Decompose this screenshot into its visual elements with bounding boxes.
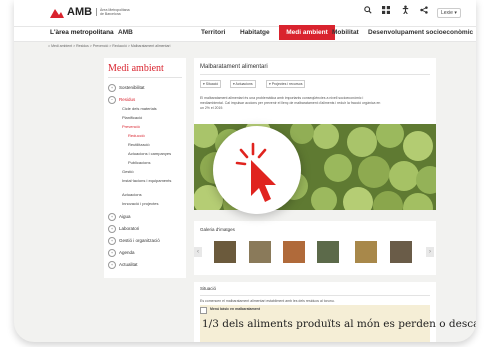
gallery-thumbnail[interactable] [390, 241, 412, 263]
plus-icon[interactable]: + [108, 261, 116, 269]
plus-icon[interactable]: + [108, 249, 116, 257]
page-title: Malbaratament alimentari [200, 64, 268, 70]
amb-logo-icon[interactable] [50, 9, 64, 18]
sidebar-subitem[interactable]: Gestió [122, 169, 134, 174]
checkbox[interactable] [200, 307, 207, 314]
nav-item-desenvolupament[interactable]: Desenvolupament socioeconòmic [368, 29, 473, 36]
tab-actuacions[interactable]: ▾ Actuacions [230, 80, 256, 88]
nav-item-medi-ambient[interactable]: Medi ambient [279, 25, 335, 40]
sidebar-subitem[interactable]: Actuacions i campanyes [128, 151, 171, 156]
main-nav: L'àrea metropolitana AMB Territori Habit… [14, 25, 476, 42]
gallery-thumbnail[interactable] [317, 241, 339, 263]
plus-icon[interactable]: + [108, 225, 116, 233]
logo-text[interactable]: AMB [67, 6, 92, 18]
breadcrumb: ⌂ Medi ambient > Residus > Prevenció > R… [48, 44, 171, 48]
sidebar-item-aigua[interactable]: + Aigua [108, 213, 131, 221]
sidebar-subitem[interactable]: Publicacions [128, 160, 150, 165]
plus-icon[interactable]: + [108, 84, 116, 92]
gallery-thumbnail[interactable] [283, 241, 305, 263]
nav-item-territori[interactable]: Territori [201, 29, 225, 36]
sidebar-subitem-reduccio[interactable]: Reducció [128, 133, 145, 138]
menu-grid-icon[interactable] [382, 6, 390, 16]
nav-amb[interactable]: AMB [118, 29, 133, 36]
sidebar-item-actualitat[interactable]: + Actualitat [108, 261, 138, 269]
sidebar-title: Medi ambient [108, 63, 164, 74]
gallery-thumbnail[interactable] [249, 241, 271, 263]
accessibility-icon[interactable] [401, 5, 410, 16]
sidebar-item-gestio[interactable]: + Gestió i organització [108, 237, 160, 245]
infographic: Menú bàsic en malbaratament 1/3 dels ali… [200, 305, 476, 342]
plus-icon[interactable]: + [108, 213, 116, 221]
gallery-prev-button[interactable]: ‹ [194, 247, 202, 257]
sidebar-subitem[interactable]: Cicle dels materials [122, 106, 157, 111]
search-icon[interactable] [364, 6, 372, 16]
sidebar-subitem[interactable]: Instal·lacions i equipaments [122, 178, 182, 183]
divider [108, 77, 182, 78]
sidebar-item-laboratori[interactable]: + Laboratori [108, 225, 139, 233]
gallery-title: Galeria d'imatges [200, 227, 235, 232]
sidebar-subitem[interactable]: Planificació [122, 115, 142, 120]
click-cursor-badge [213, 126, 301, 214]
sidebar-item-residus[interactable]: − Residus [108, 96, 135, 104]
tab-projectes[interactable]: ▾ Projectes i recursos [266, 80, 306, 88]
infographic-quote: 1/3 dels aliments produïts al món es per… [202, 318, 476, 330]
sidebar-item-sostenibilitat[interactable]: + Sostenibilitat [108, 84, 145, 92]
gallery-next-button[interactable]: › [426, 247, 434, 257]
divider [200, 74, 430, 75]
sidebar-subitem[interactable]: Reutilització [128, 142, 150, 147]
gallery-thumbnail[interactable] [355, 241, 377, 263]
nav-item-habitatge[interactable]: Habitatge [240, 29, 270, 36]
nav-brand[interactable]: L'àrea metropolitana [50, 29, 114, 36]
sidebar-item-agenda[interactable]: + Agenda [108, 249, 135, 257]
logo-subtitle: Àrea Metropolitana de Barcelona [96, 8, 130, 16]
nav-item-mobilitat[interactable]: Mobilitat [332, 29, 359, 36]
minus-icon[interactable]: − [108, 96, 116, 104]
sidebar-subitem[interactable]: Innovació i projectes [122, 201, 158, 206]
section-title: Situació [200, 286, 217, 291]
share-icon[interactable] [420, 6, 428, 16]
situacio-section: Situació Es comencen el malbaratament al… [194, 282, 476, 342]
divider [200, 295, 430, 296]
click-cursor-icon [235, 142, 276, 202]
plus-icon[interactable]: + [108, 237, 116, 245]
top-header: AMB Àrea Metropolitana de Barcelona Lexie… [14, 0, 476, 26]
home-icon[interactable]: ⌂ [48, 44, 50, 48]
intro-text: El malbaratament alimentari és una probl… [200, 96, 381, 110]
sidebar-subitem-prevencio[interactable]: Prevenció [122, 124, 140, 129]
sidebar-subitem[interactable]: Actuacions [122, 192, 142, 197]
language-select[interactable]: Lexie ▾ [437, 8, 461, 18]
section-text: Es comencen el malbaratament alimentari … [200, 299, 335, 303]
image-gallery: Galeria d'imatges ‹ › [194, 221, 436, 275]
infographic-label: Menú bàsic en malbaratament [210, 307, 260, 311]
tab-situacio[interactable]: ▾ Situació [200, 80, 222, 88]
sidebar: Medi ambient + Sostenibilitat − Residus Ci… [104, 58, 186, 278]
gallery-thumbnail[interactable] [214, 241, 236, 263]
